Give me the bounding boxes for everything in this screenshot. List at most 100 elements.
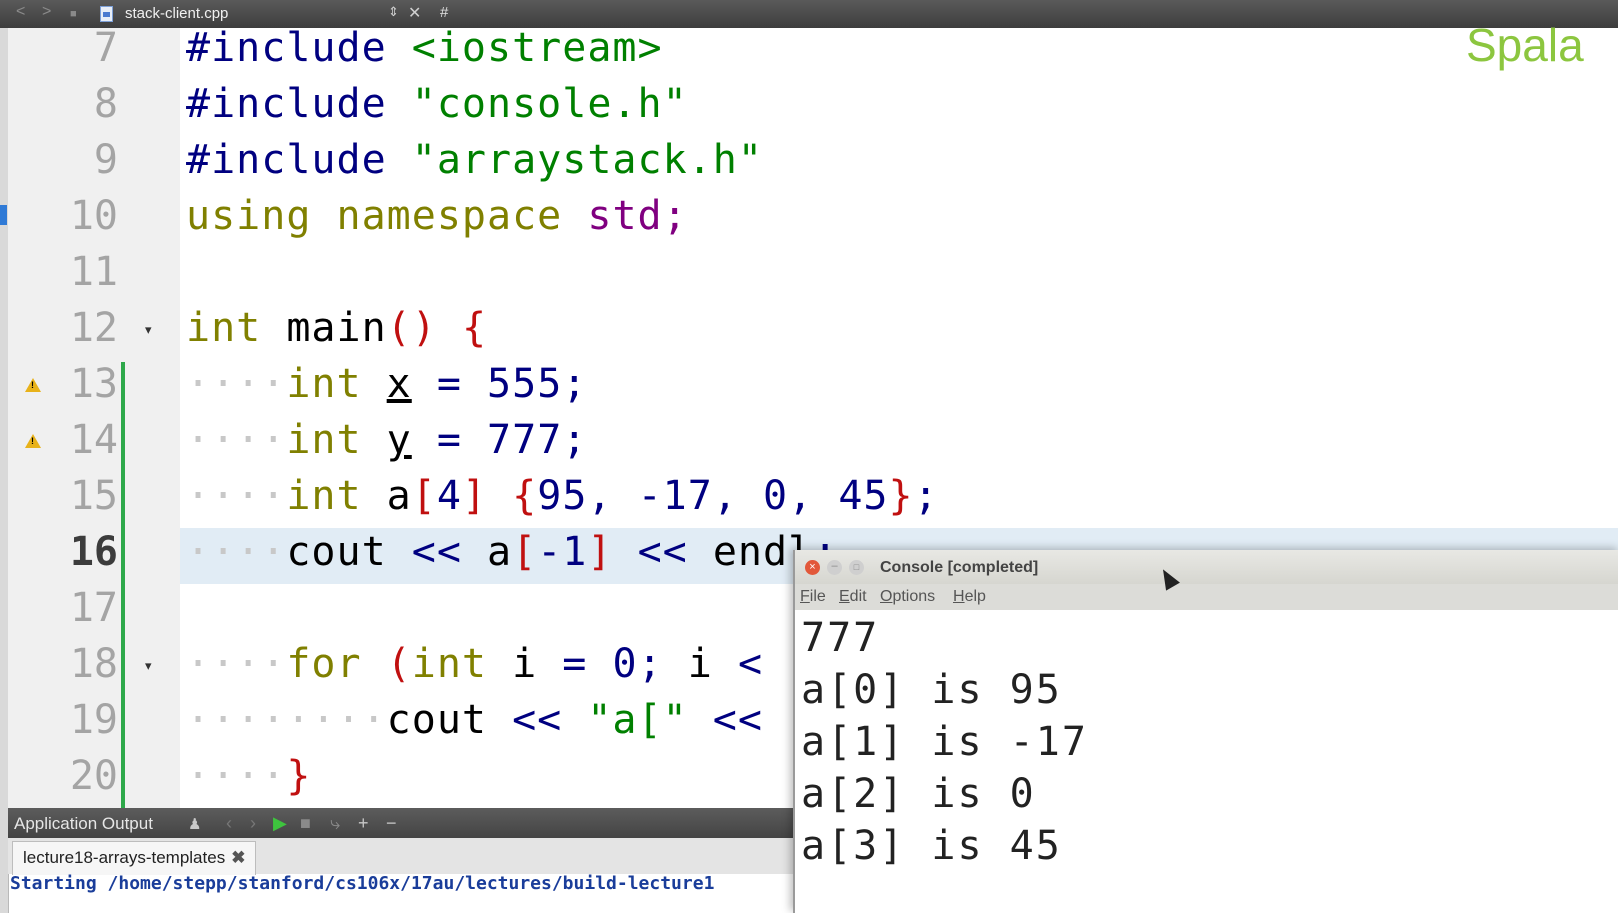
code-token: , bbox=[587, 473, 613, 519]
code-token: } bbox=[286, 753, 312, 799]
console-line: a[2] is 0 bbox=[801, 771, 1036, 817]
line-number[interactable]: 11 bbox=[30, 244, 118, 300]
code-line[interactable]: using namespace std; bbox=[186, 188, 688, 244]
code-line[interactable]: ····for (int i = 0; i < bbox=[186, 636, 763, 692]
menu-edit[interactable]: Edit bbox=[839, 588, 867, 606]
next-output-icon[interactable]: › bbox=[250, 813, 256, 834]
code-token: main bbox=[286, 305, 387, 351]
code-token: = bbox=[436, 417, 462, 463]
code-token: () bbox=[386, 305, 437, 351]
code-line[interactable]: ····} bbox=[186, 748, 311, 804]
lock-icon: ■ bbox=[70, 8, 77, 20]
code-token: [ bbox=[512, 529, 538, 575]
line-number[interactable]: 14 bbox=[30, 412, 118, 468]
zoom-in-icon[interactable]: + bbox=[358, 813, 369, 834]
line-number[interactable]: 13 bbox=[30, 356, 118, 412]
line-number[interactable]: 10 bbox=[30, 188, 118, 244]
run-icon[interactable]: ▶ bbox=[273, 813, 287, 834]
line-number[interactable]: 12 bbox=[30, 300, 118, 356]
close-window-icon[interactable]: × bbox=[805, 560, 820, 575]
code-token: 555 bbox=[487, 361, 563, 407]
line-number[interactable]: 7 bbox=[30, 20, 118, 76]
line-number[interactable]: 17 bbox=[30, 580, 118, 636]
prev-output-icon[interactable]: ‹ bbox=[226, 813, 232, 834]
output-tab[interactable]: lecture18-arrays-templates ✖ bbox=[12, 841, 257, 875]
code-line[interactable]: #include "arraystack.h" bbox=[186, 132, 763, 188]
menu-options[interactable]: Options bbox=[880, 588, 935, 606]
code-token: #include bbox=[186, 81, 387, 127]
code-line[interactable]: ····cout << a[-1] << endl; bbox=[186, 524, 838, 580]
code-token: #include bbox=[186, 25, 387, 71]
fold-arrow-icon[interactable]: ▾ bbox=[145, 658, 152, 674]
forward-arrow-icon[interactable]: > bbox=[42, 3, 51, 21]
fold-arrow-icon[interactable]: ▾ bbox=[145, 322, 152, 338]
code-token: 0 bbox=[763, 473, 789, 519]
line-number[interactable]: 19 bbox=[30, 692, 118, 748]
back-arrow-icon[interactable]: < bbox=[16, 3, 25, 21]
zoom-out-icon[interactable]: − bbox=[386, 813, 397, 834]
code-line[interactable]: ····int a[4] {95, -17, 0, 45}; bbox=[186, 468, 939, 524]
code-line[interactable]: ····int y = 777; bbox=[186, 412, 587, 468]
code-token: 95 bbox=[537, 473, 588, 519]
minimize-window-icon[interactable]: – bbox=[827, 560, 842, 575]
symbol-selector[interactable]: # bbox=[440, 4, 448, 21]
code-token: x bbox=[386, 361, 412, 407]
code-token: << bbox=[512, 697, 563, 743]
code-line[interactable]: #include "console.h" bbox=[186, 76, 688, 132]
code-token: , bbox=[788, 473, 814, 519]
line-number[interactable]: 18 bbox=[30, 636, 118, 692]
code-token: cout bbox=[386, 697, 487, 743]
maximize-window-icon[interactable]: □ bbox=[849, 560, 864, 575]
output-pane-header: Application Output ♟ ‹ › ▶ ■ ⤷ + − bbox=[8, 808, 798, 838]
console-title-bar[interactable]: × – □ Console [completed] bbox=[795, 550, 1618, 584]
code-token: { bbox=[461, 305, 488, 351]
code-token: } bbox=[888, 473, 914, 519]
filter-icon[interactable]: ♟ bbox=[188, 815, 201, 833]
code-token: , bbox=[712, 473, 738, 519]
line-number[interactable]: 16 bbox=[30, 524, 118, 580]
line-number[interactable]: 15 bbox=[30, 468, 118, 524]
output-text: Starting /home/stepp/stanford/cs106x/17a… bbox=[10, 873, 715, 894]
code-token: -17 bbox=[637, 473, 713, 519]
code-token: ···· bbox=[186, 361, 287, 407]
stop-icon[interactable]: ■ bbox=[300, 813, 311, 834]
line-number[interactable]: 20 bbox=[30, 748, 118, 804]
code-token: "console.h" bbox=[411, 81, 688, 127]
warning-icon[interactable] bbox=[25, 434, 41, 448]
line-number[interactable]: 8 bbox=[30, 76, 118, 132]
console-window[interactable]: × – □ Console [completed] File Edit Opti… bbox=[793, 550, 1618, 913]
code-token: ···· bbox=[186, 417, 287, 463]
attach-debugger-icon[interactable]: ⤷ bbox=[330, 813, 340, 834]
code-token: << bbox=[712, 697, 763, 743]
output-pane-title: Application Output bbox=[14, 814, 153, 833]
file-switch-arrows-icon[interactable]: ⇕ bbox=[388, 4, 399, 20]
line-number[interactable]: 9 bbox=[30, 132, 118, 188]
code-token: ; bbox=[562, 417, 588, 463]
code-token: ; bbox=[662, 193, 688, 239]
menu-help[interactable]: Help bbox=[953, 588, 986, 606]
menu-file[interactable]: File bbox=[800, 588, 826, 606]
code-line[interactable]: ····int x = 555; bbox=[186, 356, 587, 412]
code-line[interactable]: #include <iostream> bbox=[186, 20, 663, 76]
code-line[interactable]: int main() { bbox=[186, 300, 487, 356]
code-token: ] bbox=[461, 473, 488, 519]
close-tab-icon[interactable]: ✖ bbox=[231, 848, 245, 867]
code-line[interactable]: ········cout << "a[" << bbox=[186, 692, 763, 748]
code-token: std bbox=[587, 193, 663, 239]
warning-icon[interactable] bbox=[25, 378, 41, 392]
